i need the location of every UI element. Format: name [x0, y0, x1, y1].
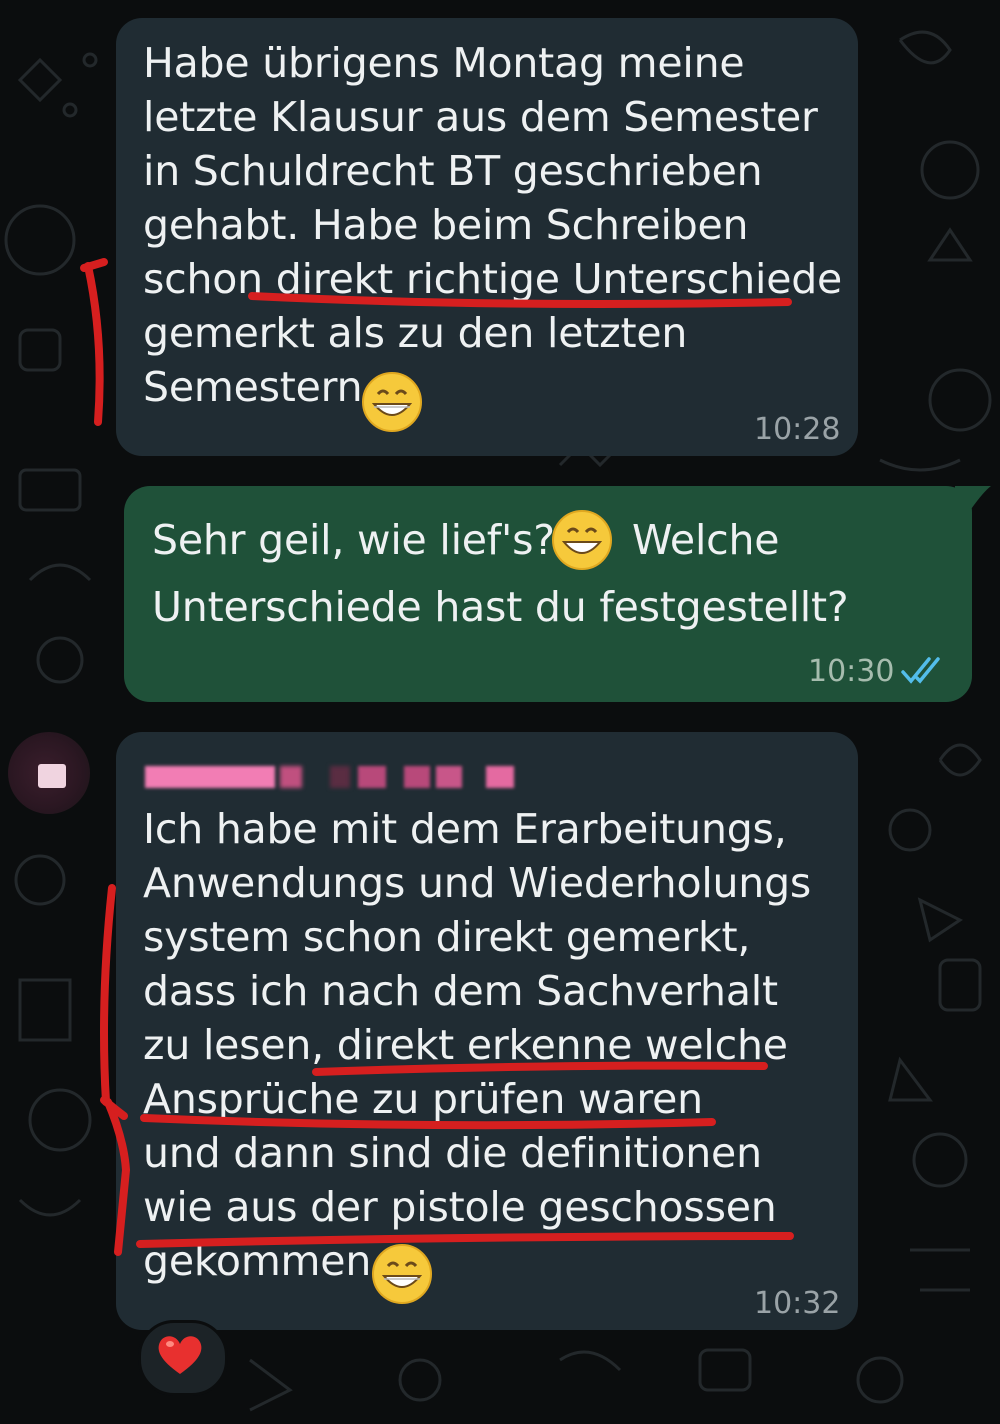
- read-double-check-icon: [901, 657, 940, 684]
- grinning-face-icon: [362, 372, 422, 432]
- message-text-2-line2: Unterschiede hast du festgestellt?: [152, 583, 849, 631]
- message-time-2: 10:30: [808, 654, 895, 689]
- message-text-2-line1: Sehr geil, wie lief's?: [152, 516, 555, 564]
- message-time-1: 10:28: [754, 412, 841, 447]
- message-text-1: Habe übrigens Montag meine letzte Klausu…: [143, 39, 843, 411]
- message-text-3: Ich habe mit dem Erarbeitungs, Anwendung…: [143, 805, 812, 1285]
- avatar-blurred-image: [38, 764, 66, 788]
- grinning-face-icon: [552, 510, 612, 570]
- heart-icon: [158, 1336, 202, 1374]
- bubble-tail: [955, 486, 991, 512]
- grinning-face-icon: [372, 1244, 432, 1304]
- message-time-3: 10:32: [754, 1286, 841, 1321]
- message-text-2-line1b: Welche: [632, 516, 780, 564]
